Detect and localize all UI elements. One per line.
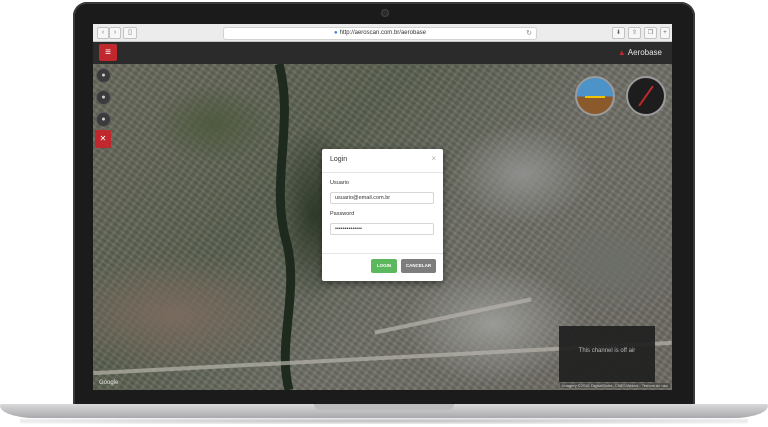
document-icon: ≡: [105, 47, 111, 58]
downloads-button[interactable]: ⬇: [612, 27, 625, 39]
back-button[interactable]: ‹: [97, 27, 109, 39]
sidebar-toggle-button[interactable]: ▯: [123, 27, 137, 39]
address-bar[interactable]: ● http://aeroscan.com.br/aerobase ↻: [223, 27, 537, 40]
password-label: Password: [330, 211, 355, 217]
password-value: ••••••••••••••: [335, 226, 362, 232]
forward-button[interactable]: ›: [109, 27, 121, 39]
modal-title: Login: [330, 156, 348, 163]
login-button[interactable]: LOGIN: [371, 259, 397, 273]
tabs-button[interactable]: ❐: [644, 27, 657, 39]
password-field[interactable]: ••••••••••••••: [330, 223, 434, 235]
google-logo: Google: [99, 380, 119, 386]
plus-icon: +: [663, 30, 667, 36]
road: [374, 297, 532, 335]
new-tab-button[interactable]: +: [660, 27, 670, 39]
aerobase-logo-icon: ▲: [617, 48, 626, 57]
url-text: http://aeroscan.com.br/aerobase: [339, 30, 426, 36]
compass-needle: [638, 85, 654, 107]
share-icon: ⇧: [631, 30, 638, 36]
brand-name: Aerobase: [627, 48, 662, 57]
globe-icon: ●: [333, 30, 338, 36]
laptop-base: [0, 404, 768, 418]
share-button[interactable]: ⇧: [628, 27, 641, 39]
reload-icon[interactable]: ↻: [526, 28, 532, 39]
zoom-in-icon: ●: [101, 72, 106, 79]
modal-header: Login ×: [322, 149, 443, 173]
brand: ▲ Aerobase: [618, 47, 662, 59]
download-icon: ⬇: [615, 30, 622, 36]
drone-icon: ✕: [99, 134, 107, 143]
target-icon: ●: [101, 116, 106, 123]
laptop-shadow: [20, 418, 748, 424]
close-icon[interactable]: ×: [431, 154, 436, 163]
location-button[interactable]: ●: [96, 112, 111, 127]
laptop-notch: [314, 404, 454, 410]
cancel-button[interactable]: CANCELAR: [401, 259, 436, 273]
sidebar-icon: ▯: [128, 29, 132, 36]
webcam: [381, 9, 389, 17]
username-value: usuario@email.com.br: [335, 195, 391, 201]
river: [274, 64, 296, 390]
horizon-line: [585, 96, 605, 98]
menu-button[interactable]: ≡: [99, 44, 117, 61]
chevron-left-icon: ‹: [101, 29, 105, 36]
attitude-indicator: [575, 76, 615, 116]
layers-icon: ●: [101, 94, 106, 101]
camera-feed-panel: This channel is off air: [559, 326, 655, 382]
username-label: Usuario: [330, 180, 349, 186]
login-modal: Login × Usuario usuario@email.com.br Pas…: [322, 149, 443, 281]
username-field[interactable]: usuario@email.com.br: [330, 192, 434, 204]
chevron-right-icon: ›: [113, 29, 117, 36]
layers-button[interactable]: ●: [96, 90, 111, 105]
browser-toolbar: ‹ › ▯ ● http://aeroscan.com.br/aerobase ↻…: [93, 24, 672, 42]
zoom-in-button[interactable]: ●: [96, 68, 111, 83]
camera-status-text: This channel is off air: [578, 348, 636, 354]
modal-divider: [322, 253, 443, 254]
tabs-icon: ❐: [647, 30, 654, 36]
drone-button[interactable]: ✕: [95, 130, 111, 148]
map-attribution[interactable]: Imagery ©2016 DigitalGlobe, CNES/Airbus …: [560, 383, 670, 388]
laptop-screen: ‹ › ▯ ● http://aeroscan.com.br/aerobase ↻…: [93, 24, 672, 390]
compass-indicator: [626, 76, 666, 116]
app-header: ≡ ▲ Aerobase: [93, 42, 672, 64]
